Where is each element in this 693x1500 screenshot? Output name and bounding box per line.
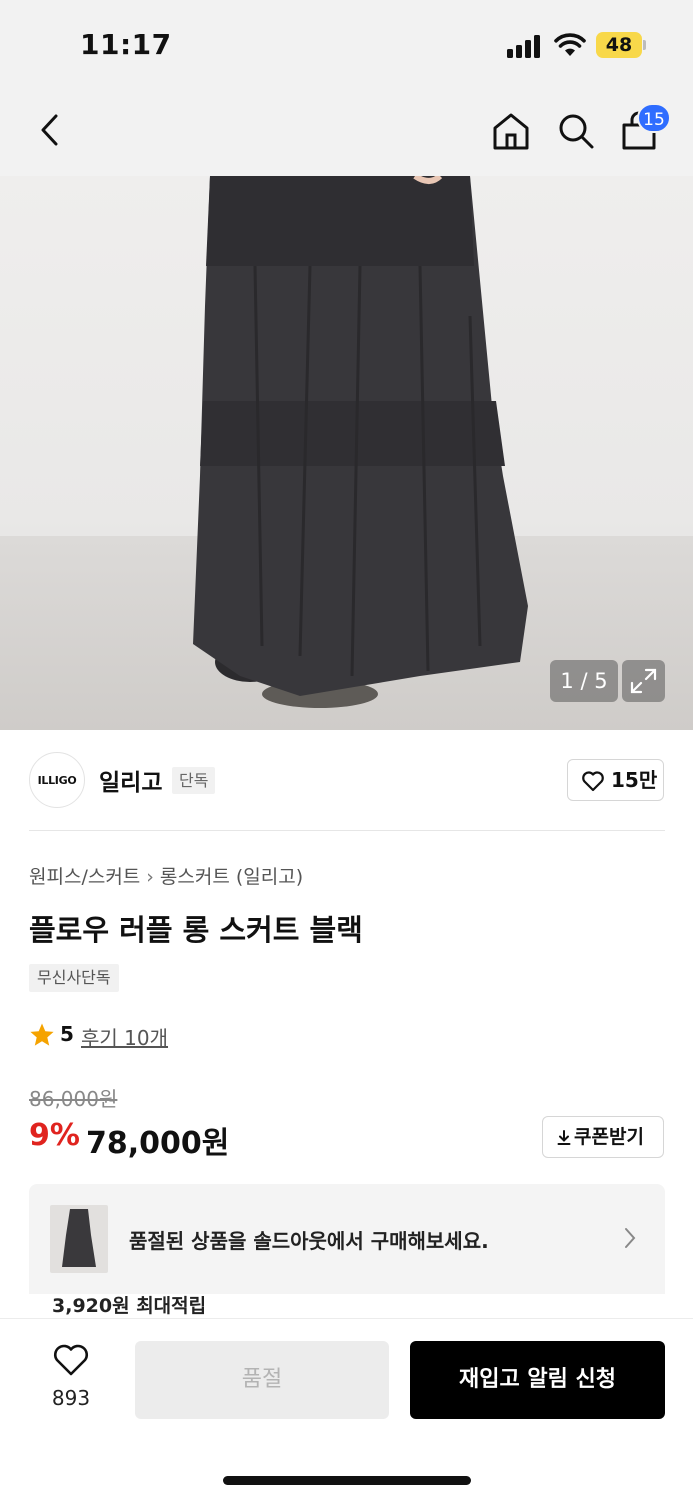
download-icon xyxy=(557,1130,571,1145)
discount-rate: 9% xyxy=(29,1118,80,1153)
breadcrumb-item[interactable]: 롱스커트 (일리고) xyxy=(160,866,303,888)
battery-tip xyxy=(643,40,646,50)
expand-image-button[interactable] xyxy=(622,660,665,702)
original-price: 86,000원 xyxy=(29,1087,118,1111)
brand-name[interactable]: 일리고 xyxy=(99,763,162,797)
status-bar: 11:17 48 xyxy=(0,0,693,88)
star-icon xyxy=(30,1023,54,1046)
chevron-right-icon: › xyxy=(146,866,154,888)
breadcrumb: 원피스/스커트 › 롱스커트 (일리고) xyxy=(29,862,303,889)
chevron-left-icon xyxy=(41,114,58,146)
product-title: 플로우 러플 롱 스커트 블랙 xyxy=(29,913,363,947)
bottom-action-bar: 893 품절 재입고 알림 신청 xyxy=(0,1318,693,1500)
search-icon xyxy=(559,114,594,149)
brand-like-button[interactable]: 15만 xyxy=(567,759,664,801)
review-link[interactable]: 후기 10개 xyxy=(81,1022,168,1051)
soldout-button[interactable]: 품절 xyxy=(135,1341,389,1419)
soldout-banner[interactable]: 품절된 상품을 솔드아웃에서 구매해보세요. xyxy=(29,1184,665,1294)
search-button[interactable] xyxy=(555,110,597,152)
brand-exclusive-tag: 단독 xyxy=(172,767,216,794)
home-icon xyxy=(493,113,529,150)
coupon-button[interactable]: 쿠폰받기 xyxy=(542,1116,664,1158)
top-nav-bar xyxy=(0,88,693,176)
cart-count-badge: 15 xyxy=(637,103,671,133)
wishlist-count: 893 xyxy=(51,1386,91,1410)
breadcrumb-item[interactable]: 원피스/스커트 xyxy=(29,866,140,888)
rating-score: 5 xyxy=(60,1022,74,1046)
points-strip: 3,920원 최대적립 xyxy=(29,1294,665,1318)
brand-like-count: 15만 xyxy=(611,768,658,792)
wishlist-button[interactable]: 893 xyxy=(40,1343,102,1413)
battery-indicator: 48 xyxy=(596,32,642,58)
brand-logo[interactable]: ILLIGO xyxy=(29,752,85,808)
status-time: 11:17 xyxy=(80,28,172,61)
expand-icon xyxy=(630,668,657,694)
product-image[interactable] xyxy=(0,176,693,730)
home-indicator xyxy=(223,1476,471,1485)
wifi-icon xyxy=(554,33,586,56)
coupon-label: 쿠폰받기 xyxy=(574,1126,644,1148)
heart-icon xyxy=(54,1344,88,1376)
banner-text: 품절된 상품을 솔드아웃에서 구매해보세요. xyxy=(129,1229,489,1253)
heart-icon xyxy=(582,771,604,792)
sale-price: 78,000원 xyxy=(86,1126,230,1161)
cellular-signal-icon xyxy=(507,34,543,58)
chevron-right-icon xyxy=(625,1228,636,1248)
section-divider xyxy=(29,830,665,831)
skirt-illustration xyxy=(193,176,528,708)
exclusive-tag: 무신사단독 xyxy=(29,964,119,992)
points-text: 3,920원 최대적립 xyxy=(52,1295,207,1317)
image-counter: 1 / 5 xyxy=(550,660,618,702)
back-button[interactable] xyxy=(34,110,68,150)
restock-notify-button[interactable]: 재입고 알림 신청 xyxy=(410,1341,665,1419)
home-button[interactable] xyxy=(490,110,532,152)
banner-thumbnail xyxy=(50,1205,108,1273)
